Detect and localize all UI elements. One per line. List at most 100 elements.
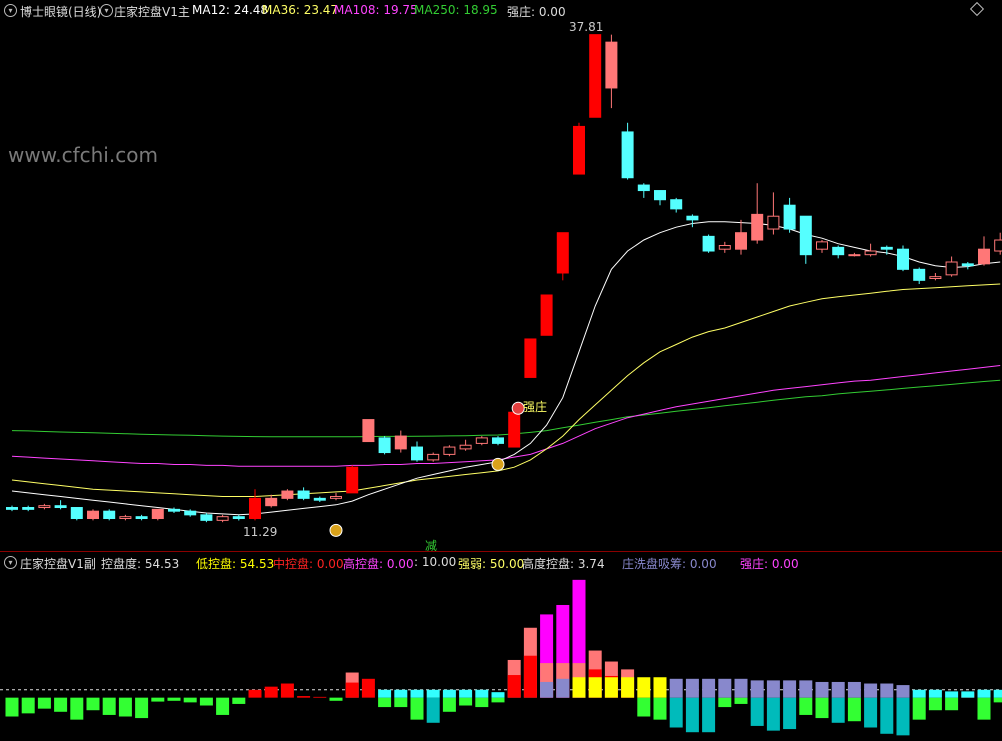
- candle-body: [362, 419, 375, 443]
- control-bar-neg: [199, 697, 213, 706]
- control-bar-neg: [928, 697, 942, 711]
- strength-bar: [864, 683, 878, 698]
- control-bar-low: [345, 682, 359, 698]
- candle-body: [556, 232, 569, 274]
- candle-body: [816, 241, 828, 250]
- strength-bar: [896, 685, 910, 698]
- control-bar-neg: [86, 697, 100, 711]
- ma108-readout: MA108: 19.75: [334, 3, 418, 17]
- candle-body: [735, 232, 747, 250]
- candle-body: [265, 497, 278, 507]
- control-bar-low: [313, 696, 327, 698]
- candle-body: [654, 190, 666, 201]
- control-bar-neg: [491, 697, 505, 703]
- candle-body: [929, 276, 942, 279]
- candle-body: [427, 453, 440, 461]
- strength-bar: [685, 678, 699, 698]
- strength-bar: [442, 689, 456, 698]
- strength-bar: [993, 689, 1002, 698]
- control-bar-neg: [880, 697, 894, 734]
- money-bag-icon: [491, 457, 505, 471]
- control-bar-neg: [70, 697, 84, 720]
- sub-indicator-name[interactable]: 庄家控盘V1副: [20, 555, 96, 572]
- strength-bar: [621, 677, 635, 698]
- control-bar-neg: [653, 697, 667, 720]
- control-bar-low: [280, 683, 294, 698]
- strength-bar: [831, 681, 845, 698]
- candle-body: [686, 215, 699, 221]
- candle-body: [621, 131, 634, 179]
- strength-bar: [475, 689, 489, 698]
- control-bar-neg: [135, 697, 149, 719]
- high-control-readout: 高控盘: 0.00: [343, 557, 414, 571]
- control-bar-neg: [426, 697, 440, 723]
- collapse-icon[interactable]: ▾: [4, 4, 17, 17]
- candle-body: [22, 507, 35, 510]
- control-bar-neg: [442, 697, 456, 712]
- control-bar-neg: [183, 697, 197, 703]
- stock-title: 博士眼镜(日线): [20, 5, 102, 19]
- candle-body: [637, 184, 650, 192]
- candle-body: [799, 215, 812, 256]
- ten-readout: : 10.00: [414, 555, 457, 569]
- control-bar-neg: [815, 697, 829, 719]
- strength-bar: [928, 689, 942, 698]
- candle-body: [751, 213, 764, 241]
- candle-body: [119, 516, 132, 520]
- control-bar-low: [361, 678, 375, 698]
- control-bar-neg: [167, 697, 181, 701]
- candle-body: [508, 411, 521, 448]
- candle-body: [411, 446, 423, 461]
- control-bar-neg: [637, 697, 651, 717]
- control-bar-neg: [783, 697, 797, 730]
- candle-body: [313, 497, 326, 501]
- control-bar-neg: [410, 697, 424, 720]
- money-bag-icon: [329, 523, 343, 537]
- candle-body: [783, 204, 796, 230]
- main-indicator-name[interactable]: 庄家控盘V1主: [114, 3, 190, 20]
- strength-bar: [491, 692, 505, 698]
- chart-stage: ▾ 博士眼镜(日线) ▾ 庄家控盘V1主 MA12: 24.48 MA36: 2…: [0, 0, 1002, 738]
- control-bar-neg: [669, 697, 683, 728]
- candle-body: [848, 254, 861, 257]
- control-bar-neg: [151, 697, 165, 702]
- chart-svg: [0, 34, 1002, 736]
- pane-divider[interactable]: [0, 551, 1002, 552]
- mid-control-readout: 中控盘: 0.00: [273, 557, 344, 571]
- candle-body: [184, 510, 197, 516]
- ma-line-ma12: [11, 221, 1001, 516]
- candle-body: [394, 435, 407, 450]
- control-bar-neg: [718, 697, 732, 708]
- control-bar-low: [264, 686, 278, 698]
- control-bar-neg: [750, 697, 764, 726]
- candle-body: [87, 510, 99, 520]
- control-bar-neg: [831, 697, 845, 723]
- candle-body: [573, 125, 585, 175]
- indicator-menu-icon[interactable]: ▾: [100, 4, 113, 17]
- candle-body: [670, 199, 683, 210]
- control-bar-neg: [685, 697, 699, 733]
- candle-body: [232, 516, 245, 520]
- wash-readout: 庄洗盘吸筹: 0.00: [622, 557, 717, 571]
- candle-body: [378, 437, 391, 454]
- ma36-readout: MA36: 23.47: [262, 3, 339, 17]
- strength-bar: [961, 691, 975, 698]
- control-bar-neg: [459, 697, 473, 706]
- strength-bar: [604, 677, 618, 698]
- strong-tag-label: 强庄: [523, 400, 548, 414]
- candle-body: [524, 338, 537, 378]
- low-control-readout: 低控盘: 54.53: [196, 557, 275, 571]
- control-bar-neg: [37, 697, 51, 709]
- control-bar-low: [523, 655, 537, 698]
- candle-body: [913, 268, 926, 281]
- control-bar-neg: [216, 697, 230, 715]
- strength-bar: [945, 691, 959, 698]
- candle-body: [880, 246, 893, 250]
- candle-body: [978, 248, 990, 265]
- candle-body: [961, 263, 974, 267]
- candle-body: [281, 490, 294, 499]
- sub-collapse-icon[interactable]: ▾: [4, 556, 17, 569]
- control-readout: 控盘度: 54.53: [101, 557, 180, 571]
- strength-bar: [410, 689, 424, 698]
- strength-bar: [977, 689, 991, 698]
